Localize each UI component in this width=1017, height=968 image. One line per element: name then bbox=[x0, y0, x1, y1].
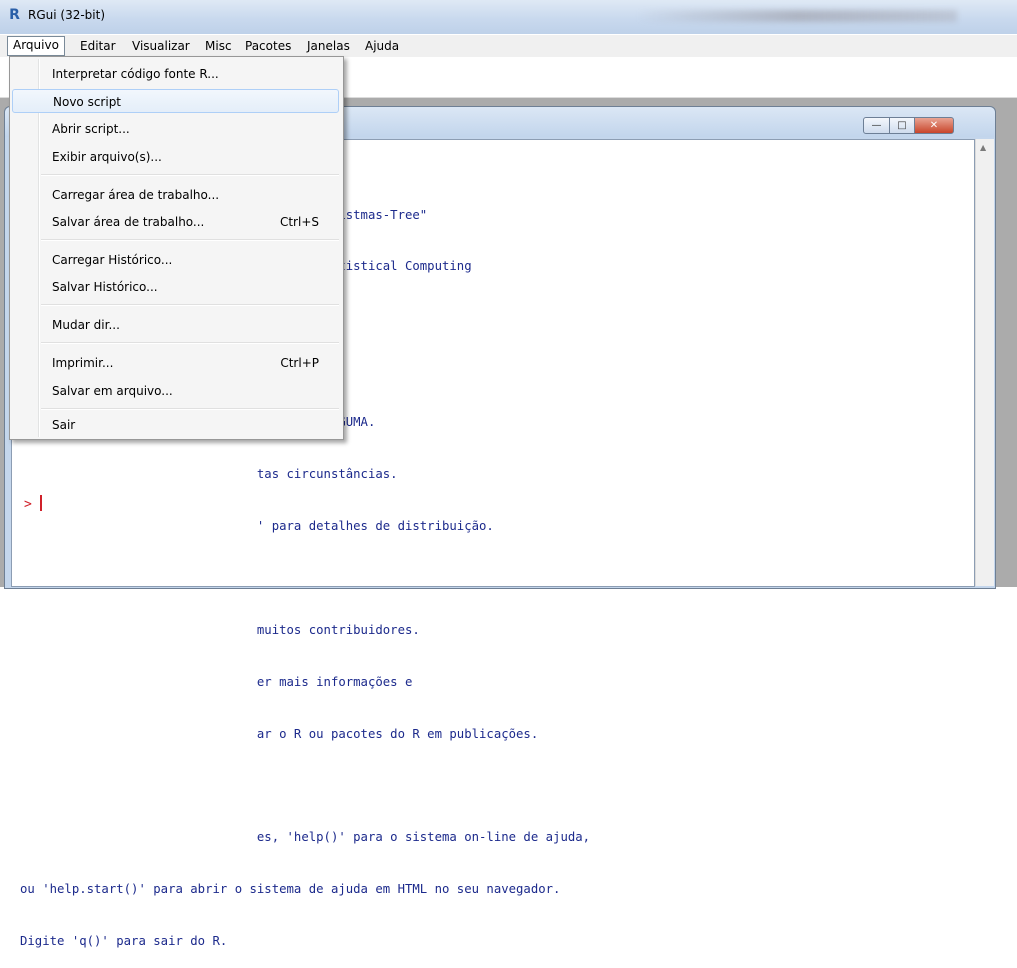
menu-item-salvar-em-arquivo[interactable]: Salvar em arquivo... bbox=[12, 379, 339, 403]
menu-item-label: Mudar dir... bbox=[52, 318, 120, 332]
console-line: ar o R ou pacotes do R em publicações. bbox=[20, 726, 539, 741]
menu-item-interpretar-codigo[interactable]: Interpretar código fonte R... bbox=[12, 62, 339, 86]
menu-separator bbox=[41, 174, 339, 176]
menu-item-label: Imprimir... bbox=[52, 356, 114, 370]
menu-item-label: Salvar Histórico... bbox=[52, 280, 158, 294]
maximize-button[interactable]: □ bbox=[889, 117, 915, 134]
menu-item-label: Carregar área de trabalho... bbox=[52, 188, 220, 202]
menu-item-label: Salvar em arquivo... bbox=[52, 384, 173, 398]
menu-editar[interactable]: Editar bbox=[75, 37, 121, 55]
blurred-title-area bbox=[637, 10, 957, 22]
menu-item-exibir-arquivos[interactable]: Exibir arquivo(s)... bbox=[12, 145, 339, 169]
menu-item-carregar-area[interactable]: Carregar área de trabalho... bbox=[12, 183, 339, 207]
menu-misc[interactable]: Misc bbox=[200, 37, 237, 55]
menu-item-label: Abrir script... bbox=[52, 122, 130, 136]
menu-item-label: Carregar Histórico... bbox=[52, 253, 173, 267]
console-prompt[interactable]: > bbox=[24, 495, 42, 512]
vertical-scrollbar[interactable]: ▲ bbox=[975, 139, 994, 586]
menu-item-sair[interactable]: Sair bbox=[12, 413, 339, 437]
menu-item-label: Salvar área de trabalho... bbox=[52, 215, 205, 229]
window-titlebar[interactable]: R RGui (32-bit) bbox=[0, 0, 1017, 34]
minimize-button[interactable]: — bbox=[863, 117, 890, 134]
menu-item-shortcut: Ctrl+P bbox=[280, 356, 319, 370]
scroll-up-arrow-icon[interactable]: ▲ bbox=[980, 143, 986, 152]
console-line: es, 'help()' para o sistema on-line de a… bbox=[20, 830, 591, 845]
r-logo-icon: R bbox=[9, 7, 20, 23]
menu-item-label: Interpretar código fonte R... bbox=[52, 67, 219, 81]
prompt-symbol: > bbox=[24, 497, 32, 512]
menu-item-carregar-historico[interactable]: Carregar Histórico... bbox=[12, 248, 339, 272]
console-line: muitos contribuidores. bbox=[20, 622, 420, 637]
menu-separator bbox=[41, 408, 339, 410]
console-line: er mais informações e bbox=[20, 674, 413, 689]
menu-visualizar[interactable]: Visualizar bbox=[127, 37, 195, 55]
console-line: Digite 'q()' para sair do R. bbox=[20, 934, 228, 949]
close-button[interactable]: ✕ bbox=[914, 117, 954, 134]
menu-item-salvar-area[interactable]: Salvar área de trabalho... Ctrl+S bbox=[12, 210, 339, 234]
menu-separator bbox=[41, 239, 339, 241]
file-menu-dropdown: Interpretar código fonte R... Novo scrip… bbox=[9, 56, 344, 440]
console-line: tas circunstâncias. bbox=[20, 467, 398, 482]
menu-item-label: Exibir arquivo(s)... bbox=[52, 150, 162, 164]
menu-item-mudar-dir[interactable]: Mudar dir... bbox=[12, 313, 339, 337]
menu-bar: Arquivo Editar Visualizar Misc Pacotes J… bbox=[0, 35, 1017, 57]
menu-item-abrir-script[interactable]: Abrir script... bbox=[12, 117, 339, 141]
menu-pacotes[interactable]: Pacotes bbox=[240, 37, 296, 55]
menu-separator bbox=[41, 304, 339, 306]
menu-janelas[interactable]: Janelas bbox=[302, 37, 355, 55]
menu-item-label: Novo script bbox=[53, 95, 122, 109]
menu-item-label: Sair bbox=[52, 418, 76, 432]
menu-item-salvar-historico[interactable]: Salvar Histórico... bbox=[12, 275, 339, 299]
menu-item-shortcut: Ctrl+S bbox=[279, 215, 319, 229]
window-title: RGui (32-bit) bbox=[28, 8, 106, 22]
console-line: ou 'help.start()' para abrir o sistema d… bbox=[20, 882, 561, 897]
console-line: ' para detalhes de distribuição. bbox=[20, 518, 494, 533]
menu-item-novo-script[interactable]: Novo script bbox=[12, 89, 339, 113]
menu-separator bbox=[41, 342, 339, 344]
text-caret bbox=[39, 495, 42, 511]
menu-arquivo[interactable]: Arquivo bbox=[7, 36, 65, 56]
menu-ajuda[interactable]: Ajuda bbox=[360, 37, 404, 55]
menu-item-imprimir[interactable]: Imprimir... Ctrl+P bbox=[12, 351, 339, 375]
